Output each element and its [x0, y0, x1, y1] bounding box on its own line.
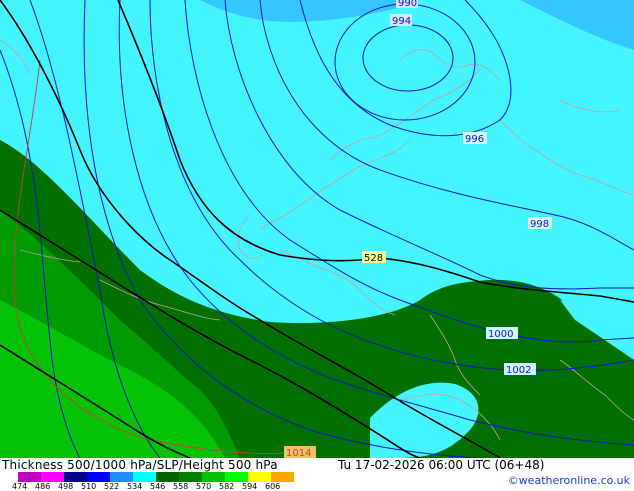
legend-swatch	[271, 472, 294, 482]
legend-swatch	[225, 472, 248, 482]
legend-swatch	[179, 472, 202, 482]
legend-swatch	[64, 472, 87, 482]
isobar-label-994: 994	[392, 16, 411, 27]
legend-swatch	[110, 472, 133, 482]
footer: Thickness 500/1000 hPa/SLP/Height 500 hP…	[0, 458, 634, 491]
map-svg: 990 994 996 998 1000 1002 1014 528	[0, 0, 634, 459]
map-title: Thickness 500/1000 hPa/SLP/Height 500 hP…	[2, 458, 278, 472]
legend-swatch	[41, 472, 64, 482]
color-legend	[18, 472, 294, 482]
credit-link[interactable]: ©weatheronline.co.uk	[508, 474, 630, 487]
legend-swatch	[18, 472, 41, 482]
legend-swatch	[156, 472, 179, 482]
legend-swatch	[248, 472, 271, 482]
isobar-label-1000: 1000	[488, 329, 513, 340]
isobar-label-1014: 1014	[286, 448, 311, 458]
legend-swatch	[87, 472, 110, 482]
legend-swatch	[202, 472, 225, 482]
isobar-label-996: 996	[465, 134, 484, 145]
isobar-label-990: 990	[398, 0, 417, 9]
legend-swatch	[133, 472, 156, 482]
height-label-528: 528	[364, 253, 383, 264]
isobar-label-998: 998	[530, 219, 549, 230]
weather-map: 990 994 996 998 1000 1002 1014 528	[0, 0, 634, 459]
forecast-datetime: Tu 17-02-2026 06:00 UTC (06+48)	[338, 458, 545, 472]
isobar-label-1002: 1002	[506, 365, 531, 376]
